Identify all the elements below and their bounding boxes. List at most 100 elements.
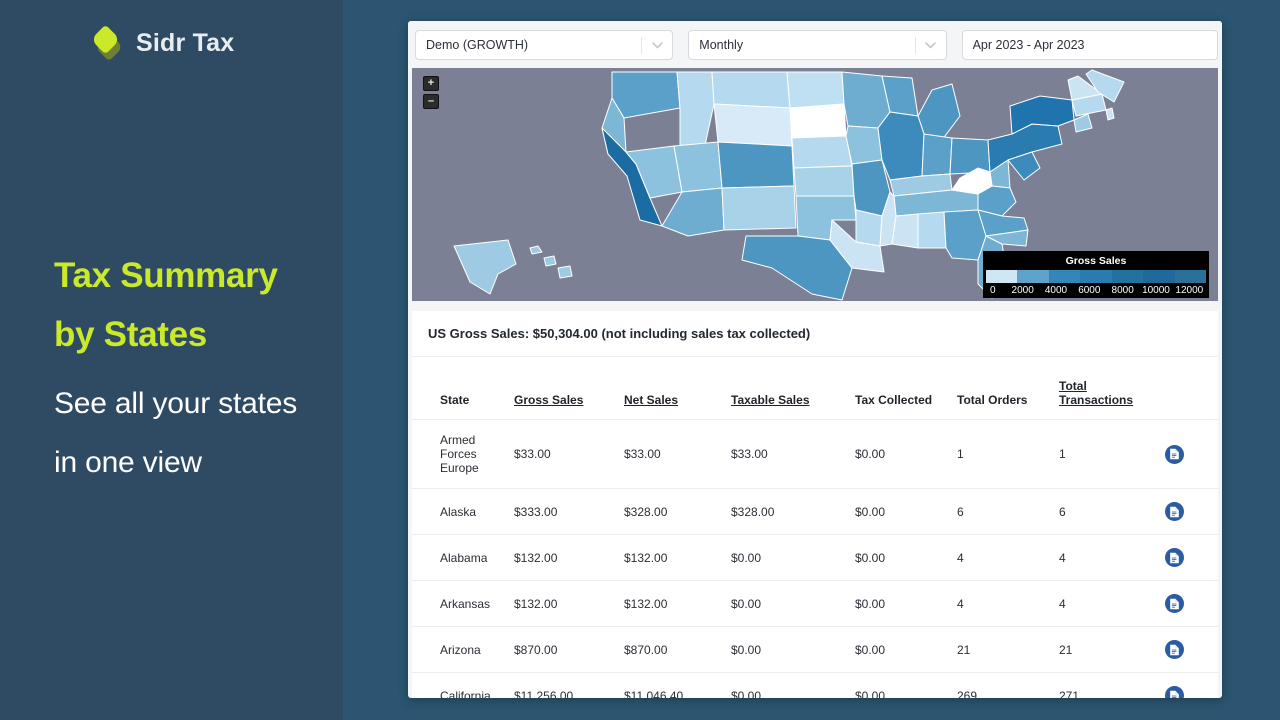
cell-taxable-sales: $0.00 — [731, 673, 855, 699]
document-report-icon[interactable] — [1165, 445, 1184, 464]
cell-total-orders: 4 — [957, 581, 1059, 627]
legend-tick: 12000 — [1173, 285, 1206, 296]
cell-gross-sales: $333.00 — [514, 489, 624, 535]
column-header-actions — [1163, 357, 1218, 420]
state-tax-table: State Gross Sales Net Sales Taxable Sale… — [412, 357, 1218, 698]
cell-state: Arizona — [412, 627, 514, 673]
cell-net-sales: $132.00 — [624, 581, 731, 627]
column-label[interactable]: Taxable Sales — [731, 393, 810, 407]
cell-tax-collected: $0.00 — [855, 627, 957, 673]
legend-tick-labels: 0 2000 4000 6000 8000 10000 12000 — [986, 283, 1206, 297]
map-zoom-out-button[interactable]: – — [423, 94, 439, 109]
map-zoom-in-button[interactable]: + — [423, 76, 439, 91]
cell-gross-sales: $33.00 — [514, 420, 624, 489]
column-header-total-orders[interactable]: Total Orders — [957, 357, 1059, 420]
promo-subtitle: See all your states in one view — [54, 374, 324, 492]
cell-state: Alaska — [412, 489, 514, 535]
cell-total-transactions: 4 — [1059, 581, 1163, 627]
filter-bar: Demo (GROWTH) Monthly Apr 2023 - Apr 202… — [408, 21, 1222, 68]
column-label: Tax Collected — [855, 393, 932, 407]
brand-name: Sidr Tax — [136, 29, 234, 58]
cell-actions — [1163, 627, 1218, 673]
legend-tick: 6000 — [1073, 285, 1106, 296]
cell-actions — [1163, 420, 1218, 489]
cell-total-orders: 269 — [957, 673, 1059, 699]
promo-title-line2: by States — [54, 305, 324, 364]
column-label[interactable]: Gross Sales — [514, 393, 583, 407]
brand-logo: Sidr Tax — [92, 26, 234, 60]
document-report-icon[interactable] — [1165, 640, 1184, 659]
column-header-total-transactions[interactable]: Total Transactions — [1059, 357, 1163, 420]
column-label[interactable]: Total Transactions — [1059, 379, 1133, 407]
cell-gross-sales: $132.00 — [514, 535, 624, 581]
legend-tick: 4000 — [1039, 285, 1072, 296]
table-row[interactable]: Arizona$870.00$870.00$0.00$0.002121 — [412, 627, 1218, 673]
cell-net-sales: $870.00 — [624, 627, 731, 673]
cell-gross-sales: $870.00 — [514, 627, 624, 673]
cell-net-sales: $11,046.40 — [624, 673, 731, 699]
cell-total-transactions: 1 — [1059, 420, 1163, 489]
table-row[interactable]: Alaska$333.00$328.00$328.00$0.0066 — [412, 489, 1218, 535]
cell-total-transactions: 21 — [1059, 627, 1163, 673]
promo-panel: Sidr Tax Tax Summary by States See all y… — [0, 0, 343, 720]
column-label[interactable]: Net Sales — [624, 393, 678, 407]
document-report-icon[interactable] — [1165, 594, 1184, 613]
table-row[interactable]: Alabama$132.00$132.00$0.00$0.0044 — [412, 535, 1218, 581]
cell-total-transactions: 271 — [1059, 673, 1163, 699]
column-header-tax-collected[interactable]: Tax Collected — [855, 357, 957, 420]
cell-tax-collected: $0.00 — [855, 420, 957, 489]
legend-title: Gross Sales — [986, 254, 1206, 270]
column-header-net-sales[interactable]: Net Sales — [624, 357, 731, 420]
table-row[interactable]: California$11,256.00$11,046.40$0.00$0.00… — [412, 673, 1218, 699]
app-window: Demo (GROWTH) Monthly Apr 2023 - Apr 202… — [408, 21, 1222, 698]
legend-gradient-bar — [986, 270, 1206, 283]
date-range-input[interactable]: Apr 2023 - Apr 2023 — [962, 30, 1218, 60]
cell-tax-collected: $0.00 — [855, 489, 957, 535]
period-select[interactable]: Monthly — [688, 30, 946, 60]
period-select-value: Monthly — [689, 38, 914, 52]
legend-tick: 10000 — [1139, 285, 1172, 296]
us-gross-sales-summary: US Gross Sales: $50,304.00 (not includin… — [412, 311, 1218, 357]
us-sales-map[interactable]: + – Gross Sales 0 2000 4000 6000 8000 10… — [412, 68, 1218, 301]
legend-tick: 0 — [986, 285, 1006, 296]
table-header-row: State Gross Sales Net Sales Taxable Sale… — [412, 357, 1218, 420]
cell-net-sales: $328.00 — [624, 489, 731, 535]
cell-total-orders: 1 — [957, 420, 1059, 489]
cell-total-transactions: 6 — [1059, 489, 1163, 535]
cell-gross-sales: $132.00 — [514, 581, 624, 627]
cell-state: Alabama — [412, 535, 514, 581]
document-report-icon[interactable] — [1165, 686, 1184, 698]
cell-state: Arkansas — [412, 581, 514, 627]
cell-actions — [1163, 581, 1218, 627]
cell-taxable-sales: $328.00 — [731, 489, 855, 535]
date-range-value: Apr 2023 - Apr 2023 — [973, 38, 1085, 52]
map-zoom-controls[interactable]: + – — [423, 76, 439, 109]
cell-total-orders: 6 — [957, 489, 1059, 535]
cell-actions — [1163, 535, 1218, 581]
leaf-diamond-icon — [92, 26, 122, 60]
legend-tick: 8000 — [1106, 285, 1139, 296]
column-label: Total Orders — [957, 393, 1027, 407]
company-select[interactable]: Demo (GROWTH) — [415, 30, 673, 60]
table-row[interactable]: Armed Forces Europe$33.00$33.00$33.00$0.… — [412, 420, 1218, 489]
cell-actions — [1163, 489, 1218, 535]
column-header-gross-sales[interactable]: Gross Sales — [514, 357, 624, 420]
chevron-down-icon[interactable] — [916, 42, 946, 49]
column-header-state[interactable]: State — [412, 357, 514, 420]
cell-taxable-sales: $33.00 — [731, 420, 855, 489]
cell-taxable-sales: $0.00 — [731, 581, 855, 627]
state-tax-table-container: State Gross Sales Net Sales Taxable Sale… — [412, 357, 1218, 698]
cell-state: Armed Forces Europe — [412, 420, 514, 489]
cell-taxable-sales: $0.00 — [731, 535, 855, 581]
column-header-taxable-sales[interactable]: Taxable Sales — [731, 357, 855, 420]
cell-state: California — [412, 673, 514, 699]
cell-actions — [1163, 673, 1218, 699]
document-report-icon[interactable] — [1165, 548, 1184, 567]
table-row[interactable]: Arkansas$132.00$132.00$0.00$0.0044 — [412, 581, 1218, 627]
summary-text: US Gross Sales: $50,304.00 (not includin… — [428, 326, 810, 341]
table-header: State Gross Sales Net Sales Taxable Sale… — [412, 357, 1218, 420]
document-report-icon[interactable] — [1165, 502, 1184, 521]
chevron-down-icon[interactable] — [642, 42, 672, 49]
cell-total-orders: 4 — [957, 535, 1059, 581]
cell-tax-collected: $0.00 — [855, 673, 957, 699]
